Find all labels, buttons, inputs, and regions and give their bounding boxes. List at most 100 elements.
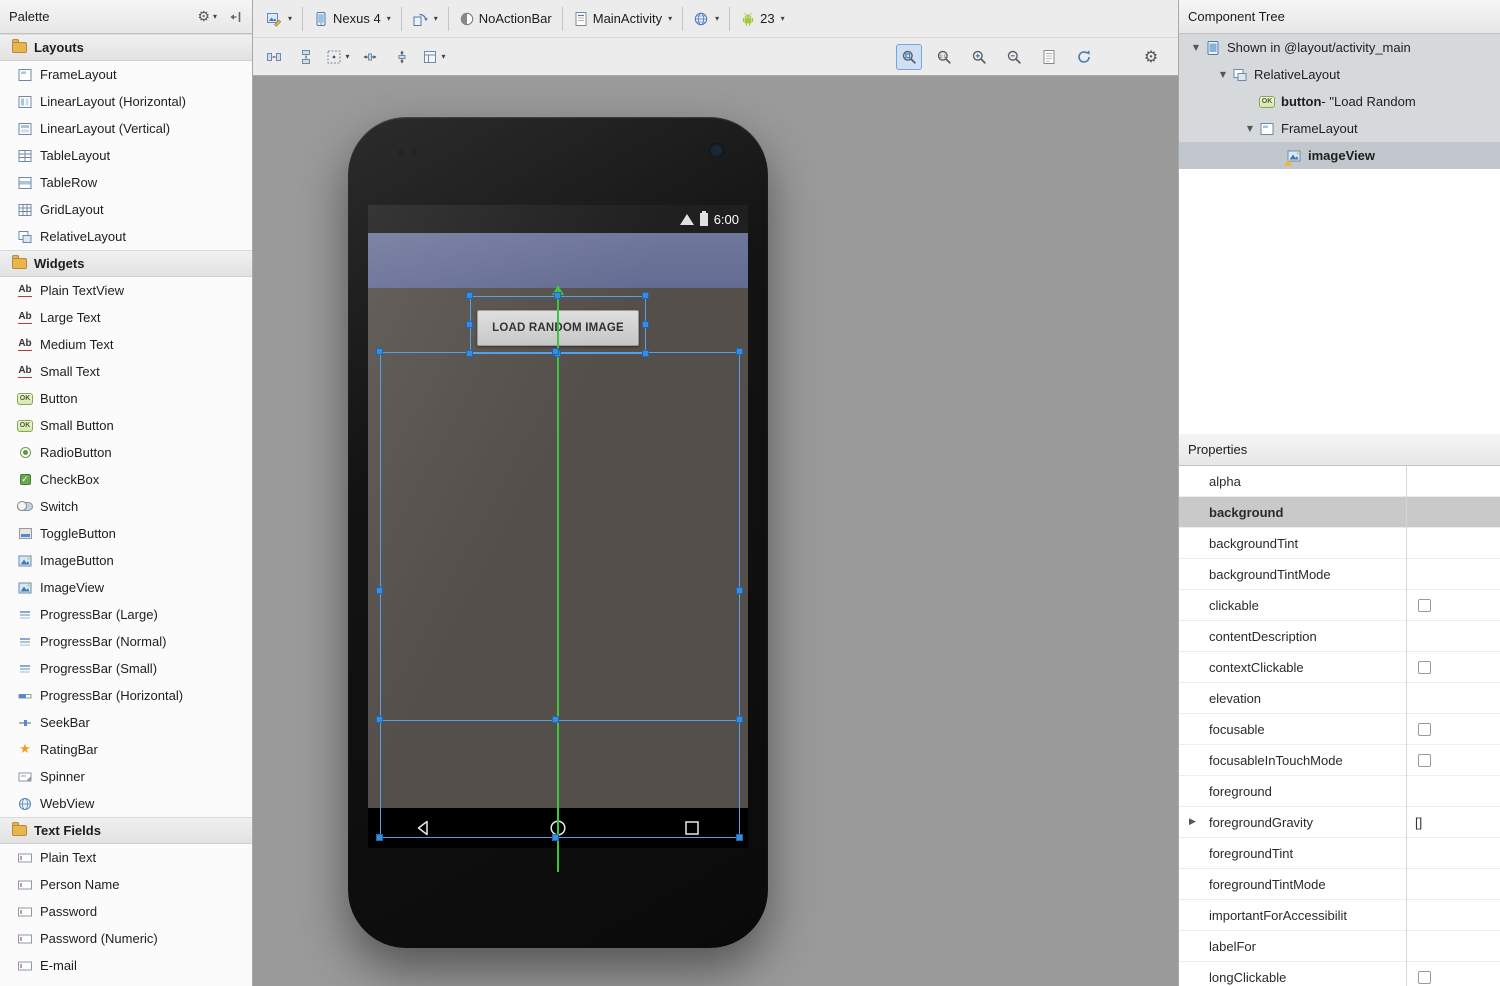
checkbox[interactable]: [1418, 723, 1431, 736]
checkbox[interactable]: [1418, 599, 1431, 612]
palette-item-switch[interactable]: Switch: [0, 493, 252, 520]
palette-item-ratingbar[interactable]: ★RatingBar: [0, 736, 252, 763]
checkbox[interactable]: [1418, 754, 1431, 767]
palette-item-webview[interactable]: WebView: [0, 790, 252, 817]
locale-selector[interactable]: ▾: [688, 6, 724, 32]
palette-item-spinner[interactable]: Spinner: [0, 763, 252, 790]
orientation-selector[interactable]: ▾: [407, 6, 443, 32]
property-row-foregroundtint[interactable]: foregroundTint: [1179, 838, 1500, 869]
palette-section-widgets[interactable]: Widgets: [0, 250, 252, 277]
tree-item-imageview[interactable]: imageView: [1179, 142, 1500, 169]
activity-selector[interactable]: MainActivity▾: [568, 6, 677, 32]
layout-content-area[interactable]: LOAD RANDOM IMAGE: [368, 288, 748, 808]
palette-item-plain-textview[interactable]: AbPlain TextView: [0, 277, 252, 304]
grid-options-button[interactable]: ▾: [325, 44, 351, 70]
palette-item-password-numeric[interactable]: Password (Numeric): [0, 925, 252, 952]
property-row-importantforaccessibilit[interactable]: importantForAccessibilit: [1179, 900, 1500, 931]
property-row-labelfor[interactable]: labelFor: [1179, 931, 1500, 962]
palette-item-button[interactable]: OKButton: [0, 385, 252, 412]
expand-arrow-icon[interactable]: ▼: [1214, 70, 1232, 79]
property-row-backgroundtint[interactable]: backgroundTint: [1179, 528, 1500, 559]
palette-item-tablelayout[interactable]: TableLayout: [0, 142, 252, 169]
layout-options-button[interactable]: ▾: [421, 44, 447, 70]
expand-arrow-icon[interactable]: ▶: [1189, 817, 1196, 827]
property-row-clickable[interactable]: clickable: [1179, 590, 1500, 621]
palette-item-framelayout[interactable]: FrameLayout: [0, 61, 252, 88]
property-name: foregroundTint: [1179, 846, 1406, 861]
zoom-out-button[interactable]: [1001, 44, 1027, 70]
zoom-in-button[interactable]: [966, 44, 992, 70]
palette-item-small-text[interactable]: AbSmall Text: [0, 358, 252, 385]
checkbox[interactable]: [1418, 971, 1431, 984]
palette-item-checkbox[interactable]: ✓CheckBox: [0, 466, 252, 493]
device-screen[interactable]: 6:00 LOAD RANDOM IMAGE: [368, 205, 748, 848]
palette-item-togglebutton[interactable]: ToggleButton: [0, 520, 252, 547]
palette-item-radiobutton[interactable]: RadioButton: [0, 439, 252, 466]
palette-item-imageview[interactable]: ImageView: [0, 574, 252, 601]
refresh-button[interactable]: [1071, 44, 1097, 70]
palette-item-small-button[interactable]: OKSmall Button: [0, 412, 252, 439]
property-value[interactable]: [1406, 661, 1500, 674]
palette-item-imagebutton[interactable]: ImageButton: [0, 547, 252, 574]
spread-horizontal-button[interactable]: [261, 44, 287, 70]
palette-item-tablerow[interactable]: TableRow: [0, 169, 252, 196]
property-value[interactable]: [1406, 754, 1500, 767]
palette-item-medium-text[interactable]: AbMedium Text: [0, 331, 252, 358]
property-row-alpha[interactable]: alpha: [1179, 466, 1500, 497]
palette-item-plain-text[interactable]: Plain Text: [0, 844, 252, 871]
palette-item-progressbar-small[interactable]: ProgressBar (Small): [0, 655, 252, 682]
palette-item-relativelayout[interactable]: RelativeLayout: [0, 223, 252, 250]
api-level-selector[interactable]: 23▾: [735, 6, 789, 32]
distribute-horizontal-button[interactable]: [357, 44, 383, 70]
expand-arrow-icon[interactable]: ▼: [1187, 43, 1205, 52]
property-row-foreground[interactable]: foreground: [1179, 776, 1500, 807]
property-value[interactable]: [1406, 599, 1500, 612]
property-row-contentdescription[interactable]: contentDescription: [1179, 621, 1500, 652]
property-value[interactable]: []: [1406, 815, 1500, 830]
property-row-backgroundtintmode[interactable]: backgroundTintMode: [1179, 559, 1500, 590]
palette-item-gridlayout[interactable]: GridLayout: [0, 196, 252, 223]
checkbox[interactable]: [1418, 661, 1431, 674]
zoom-fit-button[interactable]: [896, 44, 922, 70]
property-value[interactable]: [1406, 971, 1500, 984]
expand-arrow-icon[interactable]: ▼: [1241, 124, 1259, 133]
editor-settings-button[interactable]: ⚙: [1138, 44, 1164, 70]
theme-selector[interactable]: NoActionBar: [454, 6, 557, 32]
zoom-actual-button[interactable]: 1:1: [931, 44, 957, 70]
palette-item-person-name[interactable]: Person Name: [0, 871, 252, 898]
tree-item-button[interactable]: OKbutton - "Load Random: [1179, 88, 1500, 115]
property-row-foregroundtintmode[interactable]: foregroundTintMode: [1179, 869, 1500, 900]
load-random-image-button[interactable]: LOAD RANDOM IMAGE: [477, 310, 639, 346]
tree-item-shown-in-layout-activity-main[interactable]: ▼Shown in @layout/activity_main: [1179, 34, 1500, 61]
palette-section-text-fields[interactable]: Text Fields: [0, 817, 252, 844]
palette-item-large-text[interactable]: AbLarge Text: [0, 304, 252, 331]
palette-settings-button[interactable]: ⚙▾: [197, 10, 217, 24]
design-canvas[interactable]: 6:00 LOAD RANDOM IMAGE: [253, 76, 1178, 986]
palette-item-seekbar[interactable]: SeekBar: [0, 709, 252, 736]
property-row-longclickable[interactable]: longClickable: [1179, 962, 1500, 986]
tree-item-relativelayout[interactable]: ▼RelativeLayout: [1179, 61, 1500, 88]
locale-icon: [693, 11, 709, 27]
palette-item-e-mail[interactable]: E-mail: [0, 952, 252, 979]
dock-panel-button[interactable]: [227, 9, 243, 25]
distribute-vertical-button[interactable]: [389, 44, 415, 70]
property-row-contextclickable[interactable]: contextClickable: [1179, 652, 1500, 683]
property-row-elevation[interactable]: elevation: [1179, 683, 1500, 714]
property-row-background[interactable]: background: [1179, 497, 1500, 528]
property-row-focusable[interactable]: focusable: [1179, 714, 1500, 745]
palette-item-linearlayout-horizontal[interactable]: LinearLayout (Horizontal): [0, 88, 252, 115]
tree-item-framelayout[interactable]: ▼FrameLayout: [1179, 115, 1500, 142]
device-selector[interactable]: Nexus 4▾: [308, 6, 396, 32]
palette-item-linearlayout-vertical[interactable]: LinearLayout (Vertical): [0, 115, 252, 142]
property-row-focusableintouchmode[interactable]: focusableInTouchMode: [1179, 745, 1500, 776]
palette-section-layouts[interactable]: Layouts: [0, 34, 252, 61]
palette-item-password[interactable]: Password: [0, 898, 252, 925]
palette-item-progressbar-horizontal[interactable]: ProgressBar (Horizontal): [0, 682, 252, 709]
palette-item-progressbar-normal[interactable]: ProgressBar (Normal): [0, 628, 252, 655]
palette-item-progressbar-large[interactable]: ProgressBar (Large): [0, 601, 252, 628]
design-surface-selector[interactable]: ▾: [261, 6, 297, 32]
spread-vertical-button[interactable]: [293, 44, 319, 70]
preview-xml-button[interactable]: [1036, 44, 1062, 70]
property-row-foregroundgravity[interactable]: ▶foregroundGravity[]: [1179, 807, 1500, 838]
property-value[interactable]: [1406, 723, 1500, 736]
